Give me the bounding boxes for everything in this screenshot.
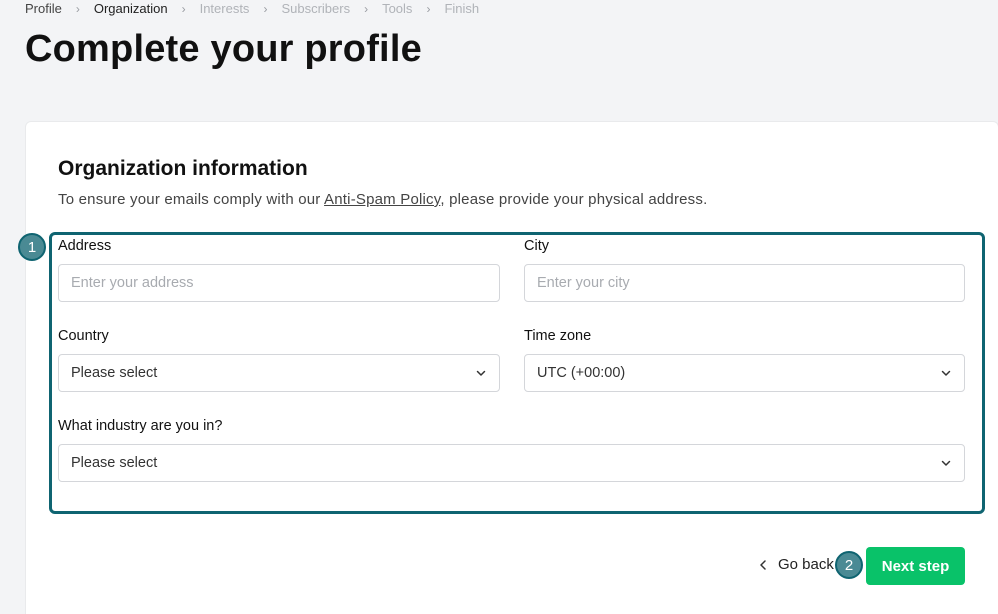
chevron-left-icon [760, 559, 766, 570]
address-input[interactable] [71, 275, 487, 291]
next-step-button[interactable]: Next step [866, 547, 965, 585]
city-input[interactable] [537, 275, 952, 291]
chevron-right-icon: › [181, 2, 186, 16]
industry-select-value: Please select [71, 455, 158, 471]
page: Profile › Organization › Interests › Sub… [0, 0, 998, 614]
section-description: To ensure your emails comply with our An… [58, 191, 707, 208]
timezone-select[interactable]: UTC (+00:00) [524, 354, 965, 392]
address-field [58, 264, 500, 302]
chevron-right-icon: › [75, 2, 80, 16]
chevron-right-icon: › [364, 2, 369, 16]
chevron-down-icon [941, 370, 951, 376]
breadcrumb-item-interests: Interests [199, 1, 250, 16]
country-label: Country [58, 328, 109, 344]
breadcrumb-item-tools: Tools [382, 1, 413, 16]
anti-spam-policy-link[interactable]: Anti-Spam Policy [324, 191, 440, 208]
breadcrumb-item-organization: Organization [93, 1, 168, 16]
go-back-button[interactable]: Go back [758, 556, 834, 573]
breadcrumb: Profile › Organization › Interests › Sub… [25, 1, 479, 17]
chevron-down-icon [476, 370, 486, 376]
city-label: City [524, 238, 549, 254]
city-field [524, 264, 965, 302]
breadcrumb-item-profile[interactable]: Profile [25, 1, 62, 17]
description-text: To ensure your emails comply with our [58, 191, 325, 208]
industry-select[interactable]: Please select [58, 444, 965, 482]
chevron-right-icon: › [263, 2, 268, 16]
country-select[interactable]: Please select [58, 354, 500, 392]
chevron-right-icon: › [426, 2, 431, 16]
timezone-label: Time zone [524, 328, 592, 344]
step-badge-2: 2 [835, 551, 863, 579]
go-back-label: Go back [778, 556, 834, 573]
step-badge-1: 1 [18, 233, 46, 261]
description-text-end: , please provide your physical address. [440, 191, 708, 208]
breadcrumb-item-subscribers: Subscribers [281, 1, 351, 16]
section-title: Organization information [58, 157, 308, 180]
breadcrumb-item-finish: Finish [444, 1, 480, 16]
timezone-select-value: UTC (+00:00) [537, 365, 626, 381]
page-title: Complete your profile [25, 28, 422, 70]
chevron-down-icon [941, 460, 951, 466]
country-select-value: Please select [71, 365, 158, 381]
industry-label: What industry are you in? [58, 418, 223, 434]
address-label: Address [58, 238, 112, 254]
